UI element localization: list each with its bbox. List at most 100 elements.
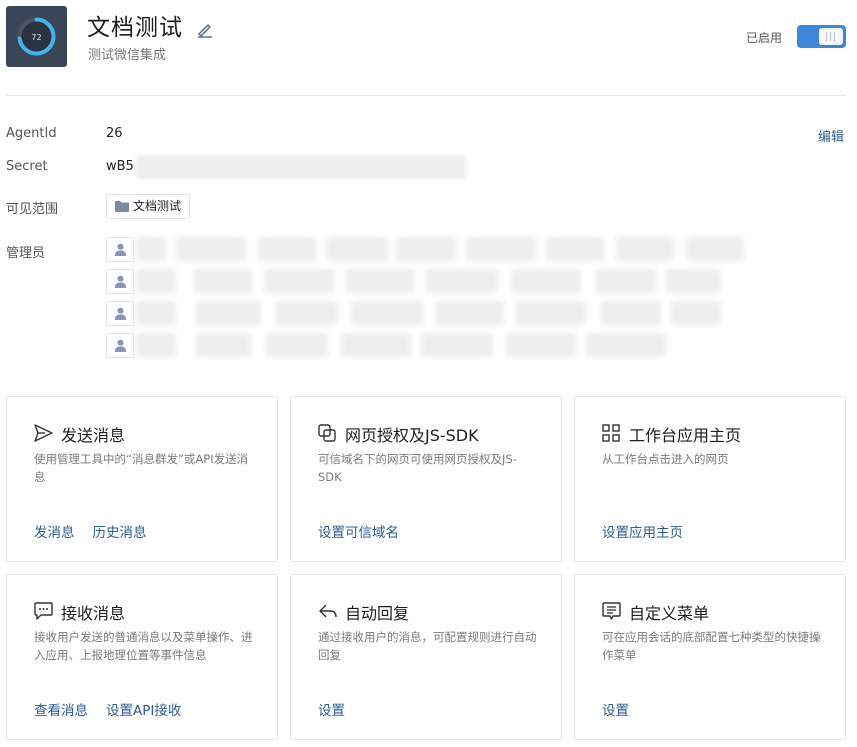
admin-name-redacted (506, 333, 576, 357)
scope-label: 可见范围 (6, 202, 59, 217)
admin-name-redacted (258, 237, 316, 261)
admin-name-redacted (466, 237, 536, 261)
admin-name-redacted (176, 237, 246, 261)
admin-row (106, 237, 766, 263)
card-link[interactable]: 设置应用主页 (602, 525, 683, 541)
admin-row (106, 333, 766, 359)
admin-name-redacted (396, 237, 456, 261)
admin-name-redacted (671, 301, 721, 325)
admin-name-redacted (601, 301, 661, 325)
app-icon: 72 (6, 6, 67, 67)
card-link[interactable]: 历史消息 (93, 525, 147, 541)
admin-name-redacted (326, 237, 388, 261)
feature-card: 网页授权及JS-SDK 可信域名下的网页可使用网页授权及JS-SDK 设置可信域名 (290, 396, 562, 562)
app-logo-icon: 72 (17, 17, 56, 56)
admin-name-redacted (196, 301, 261, 325)
card-links: 发消息 历史消息 (34, 521, 165, 541)
toggle-knob (819, 28, 843, 45)
menu-icon (602, 602, 621, 620)
admin-name-redacted (686, 237, 744, 261)
admin-chip[interactable] (106, 333, 134, 358)
edit-name-icon[interactable] (196, 20, 214, 38)
user-icon (114, 243, 127, 256)
admin-name-redacted (194, 269, 252, 293)
app-name: 文档测试 (87, 15, 183, 41)
card-description: 使用管理工具中的“消息群发”或API发送消息 (34, 452, 249, 484)
secret-redacted (136, 155, 466, 179)
folder-icon (115, 201, 129, 212)
user-icon (114, 275, 127, 288)
send-icon (34, 424, 53, 442)
admin-name-redacted (511, 269, 581, 293)
admin-name-redacted (586, 333, 666, 357)
feature-card: 接收消息接收用户发送的普通消息以及菜单操作、进入应用、上报地理位置等事件信息查看… (6, 574, 278, 740)
admin-name-redacted (136, 269, 176, 293)
secret-value: wB5 (106, 159, 134, 174)
card-links: 设置 (318, 699, 363, 719)
enable-toggle[interactable] (797, 25, 846, 48)
card-links: 设置应用主页 (602, 521, 701, 541)
edit-link[interactable]: 编辑 (818, 126, 844, 145)
agentid-label: AgentId (6, 126, 57, 141)
status-label: 已启用 (746, 31, 783, 45)
scope-tag[interactable]: 文档测试 (106, 194, 191, 219)
admin-name-redacted (276, 301, 338, 325)
card-description: 可信域名下的网页可使用网页授权及JS-SDK (318, 452, 517, 484)
admin-name-redacted (516, 301, 586, 325)
card-title: 自动回复 (345, 604, 410, 623)
admin-name-redacted (666, 269, 721, 293)
secret-label: Secret (6, 159, 48, 174)
agentid-value: 26 (106, 126, 123, 141)
admin-name-redacted (436, 301, 504, 325)
feature-card: 发送消息使用管理工具中的“消息群发”或API发送消息发消息 历史消息 (6, 396, 278, 562)
admin-name-redacted (264, 269, 334, 293)
admin-name-redacted (351, 301, 423, 325)
admin-row (106, 269, 766, 295)
card-link[interactable]: 查看消息 (34, 703, 88, 719)
admin-chip[interactable] (106, 237, 134, 262)
card-description: 从工作台点击进入的网页 (602, 452, 729, 466)
card-links: 查看消息 设置API接收 (34, 699, 199, 719)
card-link[interactable]: 设置可信域名 (318, 525, 399, 541)
card-title: 工作台应用主页 (629, 426, 742, 445)
admin-row (106, 301, 766, 327)
card-description: 可在应用会话的底部配置七种类型的快捷操作菜单 (602, 630, 821, 662)
admin-name-redacted (546, 237, 604, 261)
admin-name-redacted (421, 333, 493, 357)
card-title: 自定义菜单 (629, 604, 710, 623)
card-link[interactable]: 设置 (602, 703, 629, 719)
feature-card: 工作台应用主页从工作台点击进入的网页 设置应用主页 (574, 396, 846, 562)
reply-icon (319, 604, 337, 618)
grid-icon (602, 424, 620, 442)
card-link[interactable]: 发消息 (34, 525, 75, 541)
admin-chip[interactable] (106, 269, 134, 294)
header-divider (6, 95, 846, 96)
admin-name-redacted (136, 333, 176, 357)
app-description: 测试微信集成 (88, 48, 167, 63)
admin-name-redacted (341, 333, 411, 357)
admin-name-redacted (136, 237, 166, 261)
user-icon (114, 339, 127, 352)
card-link[interactable]: 设置 (318, 703, 345, 719)
card-links: 设置可信域名 (318, 521, 417, 541)
feature-card: 自动回复通过接收用户的消息，可配置规则进行自动回复设置 (290, 574, 562, 740)
admin-name-redacted (196, 333, 251, 357)
admin-chip[interactable] (106, 301, 134, 326)
card-description: 接收用户发送的普通消息以及菜单操作、进入应用、上报地理位置等事件信息 (34, 630, 253, 662)
card-title: 发送消息 (61, 426, 126, 445)
scope-tag-label: 文档测试 (133, 199, 182, 213)
card-link[interactable]: 设置API接收 (106, 703, 181, 719)
card-title: 网页授权及JS-SDK (345, 426, 479, 445)
admin-name-redacted (426, 269, 498, 293)
card-title: 接收消息 (61, 604, 126, 623)
admin-label: 管理员 (6, 246, 46, 261)
admin-name-redacted (616, 237, 674, 261)
chat-icon (34, 602, 53, 620)
admin-name-redacted (266, 333, 328, 357)
app-icon-value: 72 (31, 33, 41, 42)
admin-name-redacted (596, 269, 656, 293)
web-auth-icon (318, 424, 336, 442)
user-icon (114, 307, 127, 320)
card-description: 通过接收用户的消息，可配置规则进行自动回复 (318, 630, 537, 662)
card-links: 设置 (602, 699, 647, 719)
